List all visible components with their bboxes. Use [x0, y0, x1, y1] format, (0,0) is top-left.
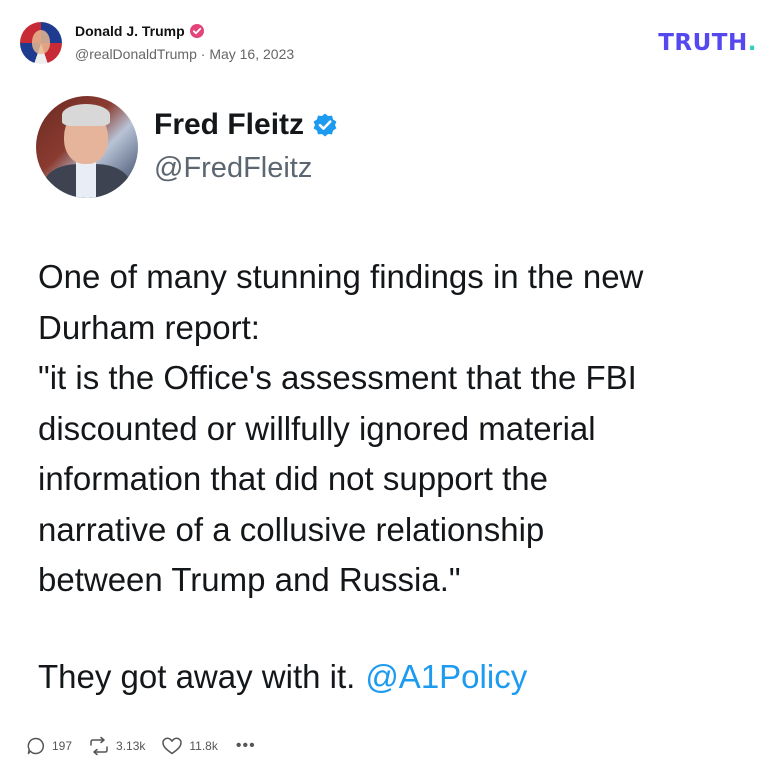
post-date[interactable]: May 16, 2023	[209, 46, 294, 62]
reply-button[interactable]: 197	[26, 736, 72, 756]
retruth-count: 3.13k	[116, 739, 146, 753]
tweet-line: between Trump and Russia."	[38, 561, 461, 598]
reply-icon	[26, 736, 46, 756]
post-header: Donald J. Trump @realDonaldTrump · May 1…	[0, 0, 777, 80]
tweet-author-avatar	[36, 96, 138, 198]
author-avatar[interactable]	[20, 22, 62, 64]
like-count: 11.8k	[189, 739, 218, 753]
truth-logo[interactable]: TRUTH.	[658, 30, 757, 56]
tweet-line: Durham report:	[38, 308, 260, 346]
embedded-tweet-image[interactable]: Fred Fleitz @FredFleitz One of many stun…	[0, 80, 777, 720]
reply-count: 197	[52, 739, 73, 753]
verified-badge-icon	[189, 24, 204, 38]
tweet-line: "it is the Office's assessment that the …	[38, 359, 637, 396]
logo-dot: .	[747, 30, 757, 56]
tweet-author-handle: @FredFleitz	[154, 152, 313, 184]
meta-separator: ·	[200, 46, 206, 62]
like-icon	[161, 736, 183, 756]
tweet-body: One of many stunning findings in the new…	[38, 252, 758, 606]
tweet-verified-icon	[312, 112, 338, 138]
like-button[interactable]: 11.8k	[161, 736, 218, 756]
post-actions: 197 3.13k 11.8k •••	[26, 734, 256, 758]
retruth-button[interactable]: 3.13k	[88, 736, 145, 756]
tweet-line: discounted or willfully ignored material	[38, 409, 596, 447]
tweet-author-name: Fred Fleitz	[154, 108, 305, 141]
author-name-row: Donald J. Trump	[75, 23, 204, 39]
tweet-tail-text: They got away with it.	[38, 658, 356, 695]
logo-text: TRUTH	[658, 30, 748, 56]
tweet-author-name-row: Fred Fleitz	[154, 108, 338, 142]
tweet-mention: @A1Policy	[365, 658, 528, 695]
author-handle[interactable]: @realDonaldTrump	[75, 46, 197, 62]
more-icon[interactable]: •••	[236, 737, 256, 755]
tweet-line: narrative of a collusive relationship	[38, 510, 545, 548]
tweet-line: information that did not support the	[38, 460, 548, 497]
author-meta: @realDonaldTrump · May 16, 2023	[75, 46, 294, 62]
retruth-icon	[88, 736, 110, 756]
tweet-line: One of many stunning findings in the new	[38, 258, 644, 295]
author-name[interactable]: Donald J. Trump	[75, 23, 185, 39]
tweet-tail: They got away with it. @A1Policy	[38, 658, 527, 696]
